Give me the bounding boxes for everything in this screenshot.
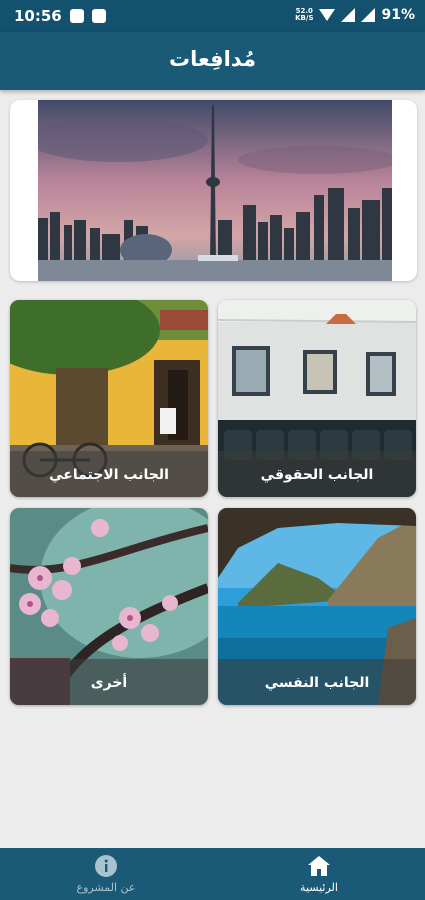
card-label: الجانب الحقوقي [260, 467, 374, 483]
signal-icon-2 [361, 8, 376, 22]
notification-icon [70, 9, 84, 23]
status-icons: 52.0 KB/S 91% [295, 7, 415, 23]
banner-image [38, 100, 392, 281]
banner-carousel[interactable] [10, 100, 417, 281]
card-social[interactable]: الجانب الاجتماعي [10, 300, 208, 497]
page-title: مُدافِعات [169, 47, 256, 71]
card-legal[interactable]: الجانب الحقوقي [218, 300, 416, 497]
card-psychological[interactable]: الجانب النفسي [218, 508, 416, 705]
card-label: الجانب الاجتماعي [49, 467, 169, 483]
nav-about-label: عن المشروع [76, 881, 136, 894]
nav-about[interactable]: عن المشروع [0, 848, 212, 900]
clock: 10:56 [14, 7, 62, 25]
signal-icon [341, 8, 356, 22]
card-label: أخرى [90, 675, 128, 691]
card-other[interactable]: أخرى [10, 508, 208, 705]
app-notification-icon [92, 9, 106, 23]
card-label: الجانب النفسي [264, 675, 370, 691]
bottom-navigation: الرئيسية عن المشروع [0, 848, 425, 900]
home-icon [308, 856, 330, 876]
status-bar: 10:56 52.0 KB/S 91% [0, 0, 425, 32]
info-icon [95, 855, 117, 877]
nav-home[interactable]: الرئيسية [213, 848, 425, 900]
wifi-icon [319, 9, 336, 21]
network-speed: 52.0 KB/S [295, 7, 314, 22]
battery-level: 91% [381, 7, 415, 23]
nav-home-label: الرئيسية [300, 881, 338, 894]
app-bar: مُدافِعات [0, 32, 425, 90]
